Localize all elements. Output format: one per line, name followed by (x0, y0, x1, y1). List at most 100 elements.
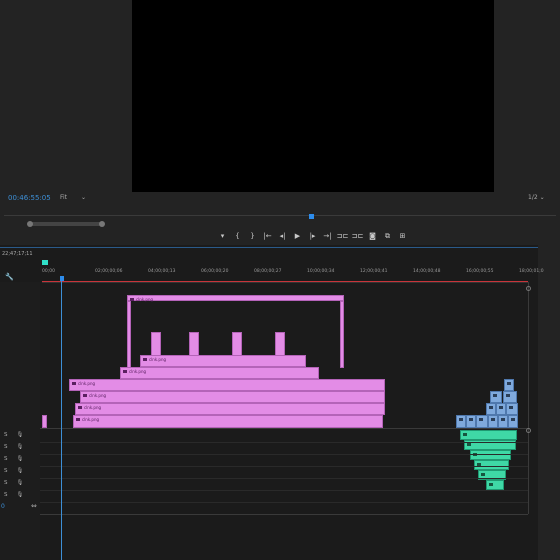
go-to-in-icon[interactable]: |← (260, 230, 275, 242)
ruler-tick-label: 00;00 (42, 269, 55, 274)
resize-icon[interactable]: ⇔ (31, 502, 37, 510)
image-clip[interactable]: clnk.png (140, 355, 306, 367)
blue-clip[interactable] (476, 415, 488, 428)
blue-clip[interactable] (486, 403, 496, 415)
blue-clip[interactable] (488, 415, 498, 428)
blue-clip[interactable] (504, 379, 514, 391)
blue-clip[interactable] (508, 415, 518, 428)
playhead-timecode[interactable]: 00:46:55:05 (8, 194, 51, 202)
microphone-icon[interactable]: 🎙 (17, 468, 24, 474)
zoom-level-label: Fit (60, 194, 68, 201)
blue-clip[interactable] (456, 415, 466, 428)
clip-thumbnail-icon (459, 418, 463, 421)
image-clip[interactable]: clnk.png (73, 415, 383, 428)
solo-button[interactable]: S (4, 480, 8, 486)
sequence-timecode[interactable]: 22;47;17;11 (2, 251, 33, 257)
playhead-line (61, 281, 62, 560)
button-editor-icon[interactable]: ⊞ (395, 230, 410, 242)
monitor-playhead[interactable] (309, 214, 314, 219)
image-clip[interactable]: clnk.png (120, 367, 319, 379)
ruler-tick-label: 02;00;00;06 (95, 269, 123, 274)
audio-track-lane[interactable] (40, 502, 528, 503)
blue-clip[interactable] (496, 403, 506, 415)
clip-thumbnail-icon (511, 418, 515, 421)
clip-thumbnail-icon (463, 433, 467, 436)
blue-clip[interactable] (503, 391, 517, 403)
green-clip[interactable] (470, 450, 511, 460)
blue-clip[interactable] (490, 391, 502, 403)
step-forward-icon[interactable]: |▸ (305, 230, 320, 242)
microphone-icon[interactable]: 🎙 (17, 456, 24, 462)
solo-button[interactable]: S (4, 492, 8, 498)
audio-track-lane[interactable] (40, 466, 528, 467)
image-clip[interactable] (232, 332, 242, 356)
monitor-zoom-scrollbar[interactable] (27, 221, 105, 227)
zoom-level-select[interactable]: Fit ⌄ (60, 194, 86, 201)
green-clip[interactable] (474, 460, 509, 470)
audio-track-lane[interactable] (40, 490, 528, 491)
blue-clip[interactable] (466, 415, 476, 428)
image-clip[interactable] (127, 301, 131, 368)
image-clip[interactable]: clnk.png (127, 295, 344, 302)
ruler-tick-label: 10;00;00;34 (307, 269, 335, 274)
time-ruler[interactable]: 00;00 02;00;00;06 04;00;00;13 06;00;00;20 08… (42, 260, 544, 282)
clip-thumbnail-icon (499, 406, 503, 409)
clip-thumbnail-icon (489, 483, 493, 486)
clip-thumbnail-icon (78, 406, 82, 409)
work-area-start[interactable] (42, 260, 48, 265)
go-to-out-icon[interactable]: →| (320, 230, 335, 242)
video-audio-divider[interactable] (40, 428, 528, 429)
insert-icon[interactable]: ⊐⊏ (335, 230, 350, 242)
microphone-icon[interactable]: 🎙 (17, 444, 24, 450)
marker-icon[interactable]: ▾ (215, 230, 230, 242)
vertical-scrollbar[interactable] (528, 282, 529, 514)
ruler-tick-label: 06;00;00;20 (201, 269, 229, 274)
image-clip[interactable]: clnk.png (69, 379, 385, 391)
clip-thumbnail-icon (481, 473, 485, 476)
clip-thumbnail-icon (76, 418, 80, 421)
clip-thumbnail-icon (469, 418, 473, 421)
transport-controls: ▾{} |← ◂| ▶ |▸ →| ⊐⊏ ⊐⊏ ◙ ⧉ ⊞ (215, 230, 410, 242)
overwrite-icon[interactable]: ⊐⊏ (350, 230, 365, 242)
microphone-icon[interactable]: 🎙 (17, 492, 24, 498)
image-clip[interactable]: clnk.png (80, 391, 385, 403)
clip-thumbnail-icon (489, 406, 493, 409)
scrollbar-handle-top[interactable] (526, 286, 531, 291)
mark-in-icon[interactable]: { (230, 230, 245, 242)
solo-button[interactable]: S (4, 468, 8, 474)
ruler-tick-label: 08;00;00;27 (254, 269, 282, 274)
audio-track-lane[interactable] (40, 478, 528, 479)
step-back-icon[interactable]: ◂| (275, 230, 290, 242)
solo-button[interactable]: S (4, 444, 8, 450)
comparison-view-icon[interactable]: ⧉ (380, 230, 395, 242)
audio-track-lane[interactable] (40, 442, 528, 443)
microphone-icon[interactable]: 🎙 (17, 432, 24, 438)
clip-name: clnk.png (149, 357, 167, 362)
microphone-icon[interactable]: 🎙 (17, 480, 24, 486)
image-clip[interactable] (275, 332, 285, 356)
mark-out-icon[interactable]: } (245, 230, 260, 242)
scrollbar-handle-bottom[interactable] (526, 428, 531, 433)
playback-resolution-select[interactable]: 1/2 ⌄ (528, 194, 545, 201)
export-frame-icon[interactable]: ◙ (365, 230, 380, 242)
clip-label: clnk.png (76, 417, 99, 422)
solo-button[interactable]: S (4, 432, 8, 438)
image-clip[interactable] (151, 332, 161, 356)
audio-track-lane[interactable] (40, 454, 528, 455)
image-clip[interactable] (189, 332, 199, 356)
play-icon[interactable]: ▶ (290, 230, 305, 242)
green-clip[interactable] (460, 430, 517, 440)
blue-clip[interactable] (498, 415, 508, 428)
clip-thumbnail-icon (123, 370, 127, 373)
wrench-icon[interactable]: 🔧 (5, 273, 14, 281)
solo-button[interactable]: S (4, 456, 8, 462)
chevron-down-icon: ⌄ (539, 194, 545, 201)
monitor-scrub-bar[interactable] (4, 215, 556, 216)
image-clip[interactable] (42, 415, 47, 428)
image-clip[interactable]: clnk.png (75, 403, 385, 415)
image-clip[interactable] (340, 301, 344, 368)
clip-label: clnk.png (83, 393, 106, 398)
blue-clip[interactable] (506, 403, 518, 415)
green-clip[interactable] (486, 480, 504, 490)
track-height-value[interactable]: 0 (1, 503, 5, 510)
